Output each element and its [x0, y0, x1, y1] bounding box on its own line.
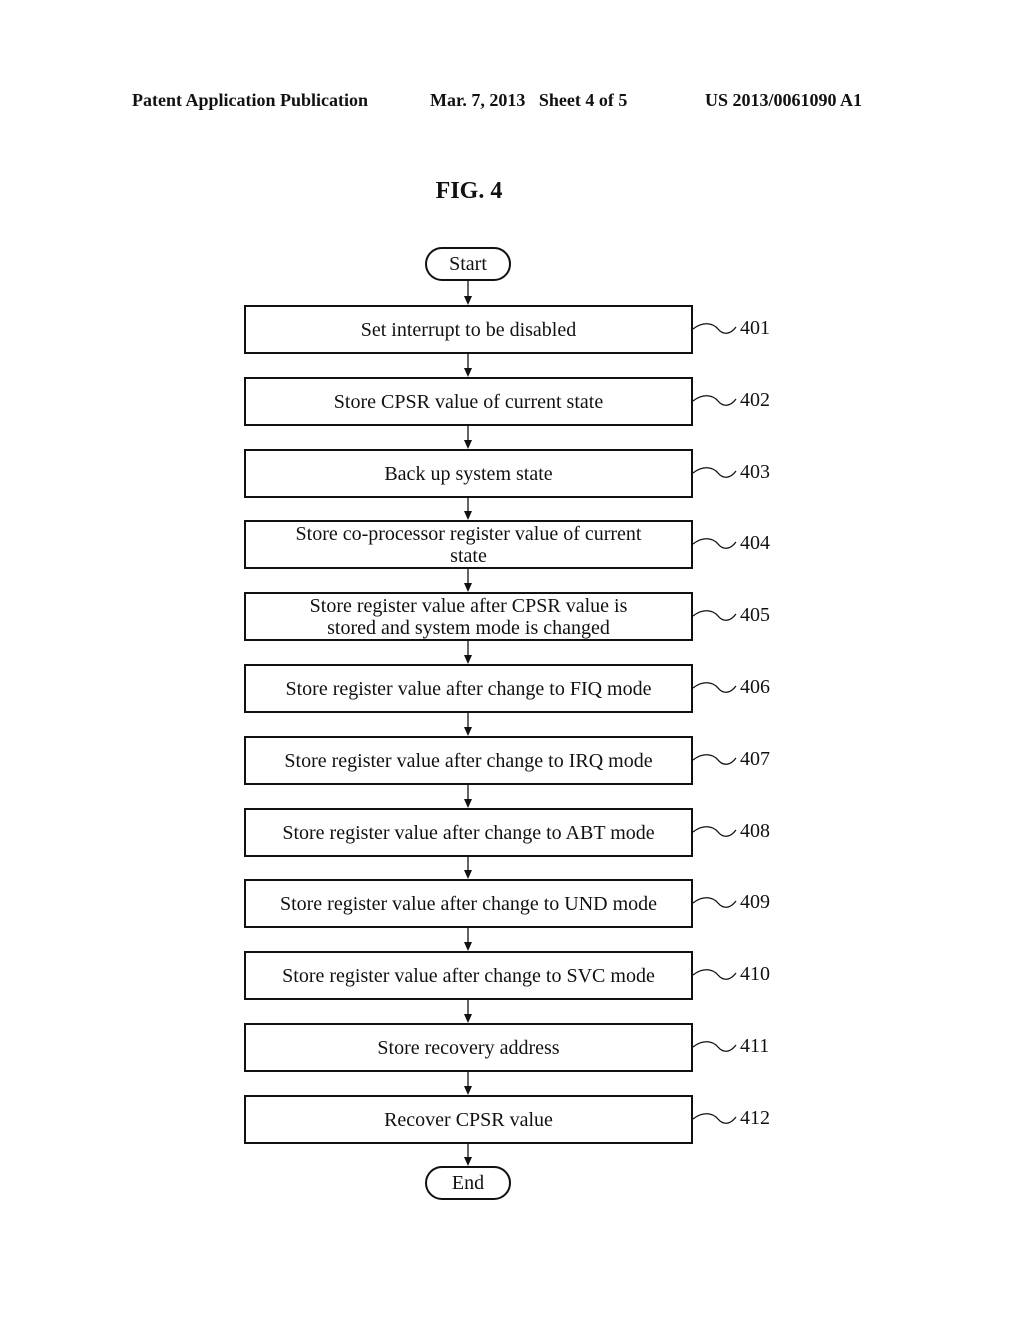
arrow-step-head	[464, 1086, 472, 1095]
arrow-step-head	[464, 1014, 472, 1023]
reference-numeral: 412	[740, 1107, 770, 1129]
step-text: Store register value after CPSR value is…	[309, 594, 628, 639]
leader-line	[692, 1113, 737, 1124]
arrow-step-head	[464, 799, 472, 808]
leader-line	[692, 682, 737, 693]
step-text: Store CPSR value of current state	[333, 390, 604, 413]
leader-line	[692, 754, 737, 765]
reference-numeral: 403	[740, 461, 770, 483]
arrow-step-head	[464, 440, 472, 449]
step-box-411: Store recovery address	[244, 1023, 693, 1072]
step-box-403: Back up system state	[244, 449, 693, 498]
leader-line	[692, 1041, 737, 1052]
reference-numeral: 408	[740, 820, 770, 842]
step-text: Store co-processor register value of cur…	[295, 522, 642, 567]
reference-numeral: 407	[740, 748, 770, 770]
reference-numeral: 410	[740, 963, 770, 985]
publication-date-sheet: Mar. 7, 2013 Sheet 4 of 5	[430, 90, 628, 110]
arrow-step-head	[464, 870, 472, 879]
reference-numeral: 411	[740, 1035, 770, 1057]
arrow-step-head	[464, 511, 472, 520]
step-text: Store register value after change to UND…	[279, 892, 658, 915]
step-box-412: Recover CPSR value	[244, 1095, 693, 1144]
arrow-step-head	[464, 655, 472, 664]
arrow-end-head	[464, 1157, 472, 1166]
step-text: Back up system state	[384, 462, 553, 485]
publication-type: Patent Application Publication	[132, 90, 369, 110]
step-text: Store register value after change to ABT…	[282, 821, 655, 844]
step-box-409: Store register value after change to UND…	[244, 879, 693, 928]
step-text: Set interrupt to be disabled	[360, 318, 577, 341]
arrow-step-head	[464, 942, 472, 951]
step-text: Store recovery address	[377, 1036, 560, 1059]
leader-line	[692, 538, 737, 549]
reference-numeral: 405	[740, 604, 770, 626]
step-text: Recover CPSR value	[384, 1108, 553, 1131]
step-text: Store register value after change to SVC…	[282, 964, 655, 987]
leader-line	[692, 395, 737, 406]
leader-line	[692, 969, 737, 980]
step-box-405: Store register value after CPSR value is…	[244, 592, 693, 641]
step-text: Store register value after change to FIQ…	[285, 677, 652, 700]
step-box-402: Store CPSR value of current state	[244, 377, 693, 426]
step-box-401: Set interrupt to be disabled	[244, 305, 693, 354]
reference-numeral: 406	[740, 676, 770, 698]
step-box-406: Store register value after change to FIQ…	[244, 664, 693, 713]
reference-numeral: 409	[740, 891, 770, 913]
start-terminal: Start	[425, 247, 511, 281]
arrow-start-head	[464, 296, 472, 305]
step-text: Store register value after change to IRQ…	[284, 749, 653, 772]
step-box-407: Store register value after change to IRQ…	[244, 736, 693, 785]
leader-line	[692, 467, 737, 478]
arrow-step-head	[464, 583, 472, 592]
figure-title: FIG. 4	[435, 178, 503, 204]
step-box-408: Store register value after change to ABT…	[244, 808, 693, 857]
arrow-step-head	[464, 368, 472, 377]
leader-line	[692, 897, 737, 908]
publication-number: US 2013/0061090 A1	[705, 90, 863, 110]
step-box-404: Store co-processor register value of cur…	[244, 520, 693, 569]
arrow-step-head	[464, 727, 472, 736]
reference-numeral: 404	[740, 532, 770, 554]
reference-numeral: 401	[740, 317, 770, 339]
leader-line	[692, 323, 737, 334]
end-terminal: End	[425, 1166, 511, 1200]
step-box-410: Store register value after change to SVC…	[244, 951, 693, 1000]
leader-line	[692, 826, 737, 837]
reference-numeral: 402	[740, 389, 770, 411]
leader-line	[692, 610, 737, 621]
